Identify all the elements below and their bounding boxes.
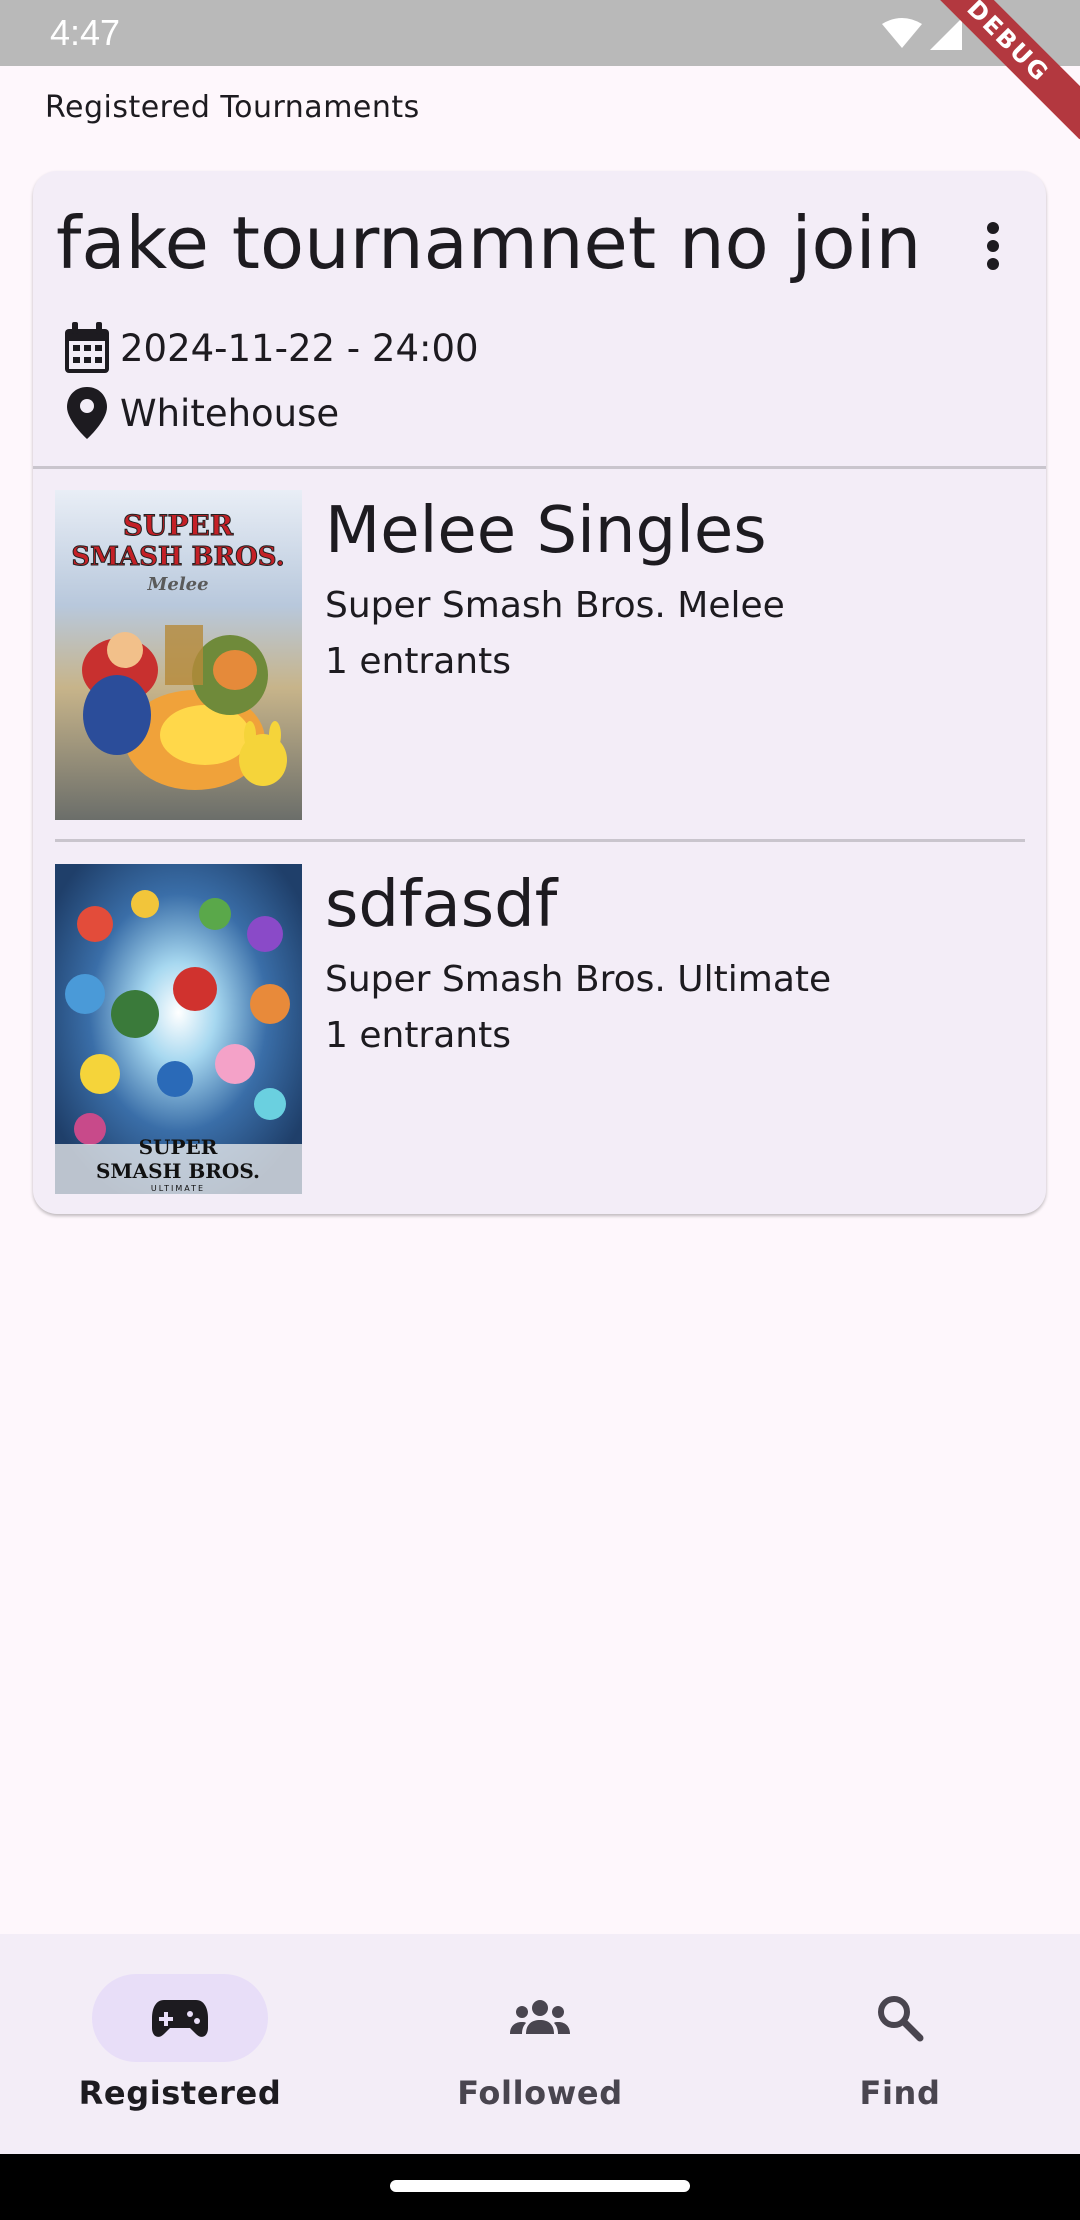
ultimate-logo-top: SUPER bbox=[139, 1135, 218, 1159]
divider bbox=[33, 466, 1046, 469]
tournament-location-row: Whitehouse bbox=[60, 386, 339, 440]
status-time: 4:47 bbox=[50, 12, 121, 53]
melee-logo-sub: Melee bbox=[146, 574, 208, 595]
tournament-name: fake tournamnet no join bbox=[56, 201, 922, 285]
event-entrants: 1 entrants bbox=[325, 641, 511, 682]
home-gesture-handle[interactable] bbox=[390, 2180, 690, 2192]
event-item-sdfasdf[interactable]: SUPER SMASH BROS. ULTIMATE sdfasdf Super… bbox=[55, 864, 1025, 1194]
tournament-card[interactable]: fake tournamnet no join 2024-11-22 - 24:… bbox=[33, 171, 1046, 1214]
calendar-icon bbox=[60, 321, 114, 375]
nav-label: Followed bbox=[457, 2074, 623, 2112]
event-game: Super Smash Bros. Melee bbox=[325, 585, 785, 626]
nav-item-registered[interactable]: Registered bbox=[0, 1934, 360, 2154]
ultimate-logo-sub: ULTIMATE bbox=[151, 1184, 205, 1193]
event-game: Super Smash Bros. Ultimate bbox=[325, 959, 832, 1000]
signal-icon bbox=[930, 18, 962, 50]
tournament-date: 2024-11-22 - 24:00 bbox=[120, 326, 479, 370]
location-pin-icon bbox=[60, 386, 114, 440]
event-name: sdfasdf bbox=[325, 868, 558, 942]
search-icon bbox=[878, 1996, 924, 2042]
melee-cover-image: SUPER SMASH BROS. Melee bbox=[55, 490, 302, 820]
more-vert-icon bbox=[987, 222, 999, 270]
bottom-navigation: Registered Followed Find bbox=[0, 1934, 1080, 2154]
wifi-icon bbox=[882, 18, 922, 48]
event-name: Melee Singles bbox=[325, 494, 767, 568]
melee-logo-mid: SMASH BROS. bbox=[71, 542, 284, 572]
nav-item-followed[interactable]: Followed bbox=[360, 1934, 720, 2154]
ultimate-logo-mid: SMASH BROS. bbox=[96, 1159, 260, 1183]
more-options-button[interactable] bbox=[969, 216, 1017, 276]
event-item-melee-singles[interactable]: SUPER SMASH BROS. Melee Melee Singles Su… bbox=[55, 490, 1025, 820]
tournament-date-row: 2024-11-22 - 24:00 bbox=[60, 321, 479, 375]
ultimate-cover-image: SUPER SMASH BROS. ULTIMATE bbox=[55, 864, 302, 1194]
gamepad-icon bbox=[152, 2000, 208, 2037]
status-bar: 4:47 bbox=[0, 0, 1080, 66]
page-title: Registered Tournaments bbox=[45, 90, 420, 125]
event-entrants: 1 entrants bbox=[325, 1015, 511, 1056]
divider bbox=[55, 839, 1025, 842]
group-icon bbox=[510, 2000, 570, 2034]
nav-label: Find bbox=[859, 2074, 941, 2112]
melee-logo-top: SUPER bbox=[123, 509, 234, 542]
nav-label: Registered bbox=[78, 2074, 282, 2112]
tournament-location: Whitehouse bbox=[120, 391, 340, 435]
nav-item-find[interactable]: Find bbox=[720, 1934, 1080, 2154]
